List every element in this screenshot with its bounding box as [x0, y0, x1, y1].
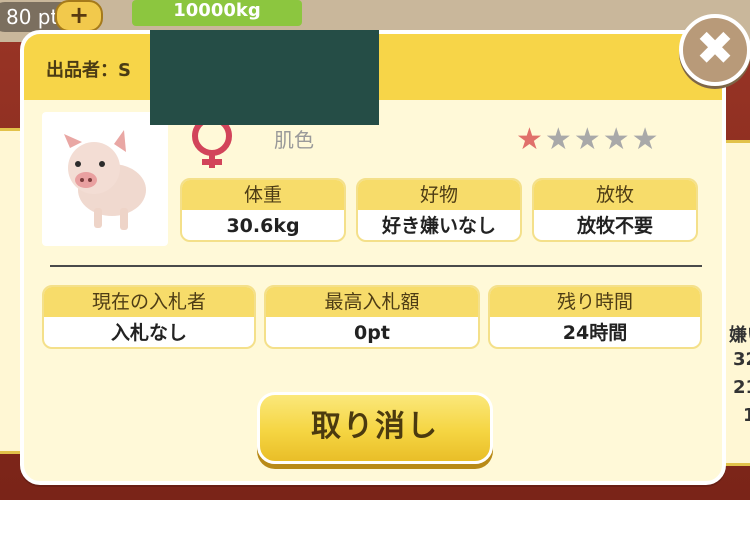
star-icon: ★	[516, 122, 545, 157]
favorite-food-value: 好き嫌いなし	[381, 215, 496, 237]
time-remaining-value: 24時間	[562, 322, 628, 344]
grazing-label: 放牧	[534, 180, 696, 210]
weight-card: 体重 30.6kg	[180, 178, 346, 242]
favorite-food-label: 好物	[358, 180, 520, 210]
time-remaining-card: 残り時間 24時間	[488, 285, 702, 349]
event-banner: 10000kg	[132, 0, 302, 26]
pig-image	[42, 112, 168, 246]
highest-bid-card: 最高入札額 0pt	[264, 285, 480, 349]
weight-value: 30.6kg	[226, 215, 300, 237]
highest-bid-value: 0pt	[354, 322, 390, 344]
right-behind-card: 嫌い 32 21 1	[722, 140, 750, 466]
weight-label: 体重	[182, 180, 344, 210]
skin-color-label: 肌色	[274, 128, 314, 152]
add-points-button[interactable]: +	[55, 0, 103, 32]
grazing-card: 放牧 放牧不要	[532, 178, 698, 242]
time-remaining-label: 残り時間	[490, 287, 700, 317]
star-icon: ★	[631, 122, 661, 157]
favorite-food-card: 好物 好き嫌いなし	[356, 178, 522, 242]
right-card-text: 1	[743, 405, 750, 426]
right-card-text: 21	[733, 377, 750, 398]
section-divider	[50, 265, 702, 267]
grazing-value: 放牧不要	[576, 215, 653, 237]
rarity-rating: ★★★★★	[516, 122, 661, 157]
current-bidder-value: 入札なし	[110, 322, 187, 344]
pig-icon	[64, 130, 146, 230]
highest-bid-label: 最高入札額	[266, 287, 478, 317]
right-card-text: 32	[733, 349, 750, 370]
right-card-text: 嫌い	[729, 325, 750, 346]
current-bidder-label: 現在の入札者	[44, 287, 254, 317]
seller-label: 出品者：S	[46, 60, 131, 81]
star-icon: ★	[544, 122, 574, 157]
current-bidder-card: 現在の入札者 入札なし	[42, 285, 256, 349]
star-icon: ★	[573, 122, 603, 157]
cancel-bid-button[interactable]: 取り消し	[257, 392, 493, 464]
star-icon: ★	[602, 122, 632, 157]
redacted-seller-name	[150, 30, 379, 125]
close-button[interactable]: ✖	[679, 14, 750, 86]
